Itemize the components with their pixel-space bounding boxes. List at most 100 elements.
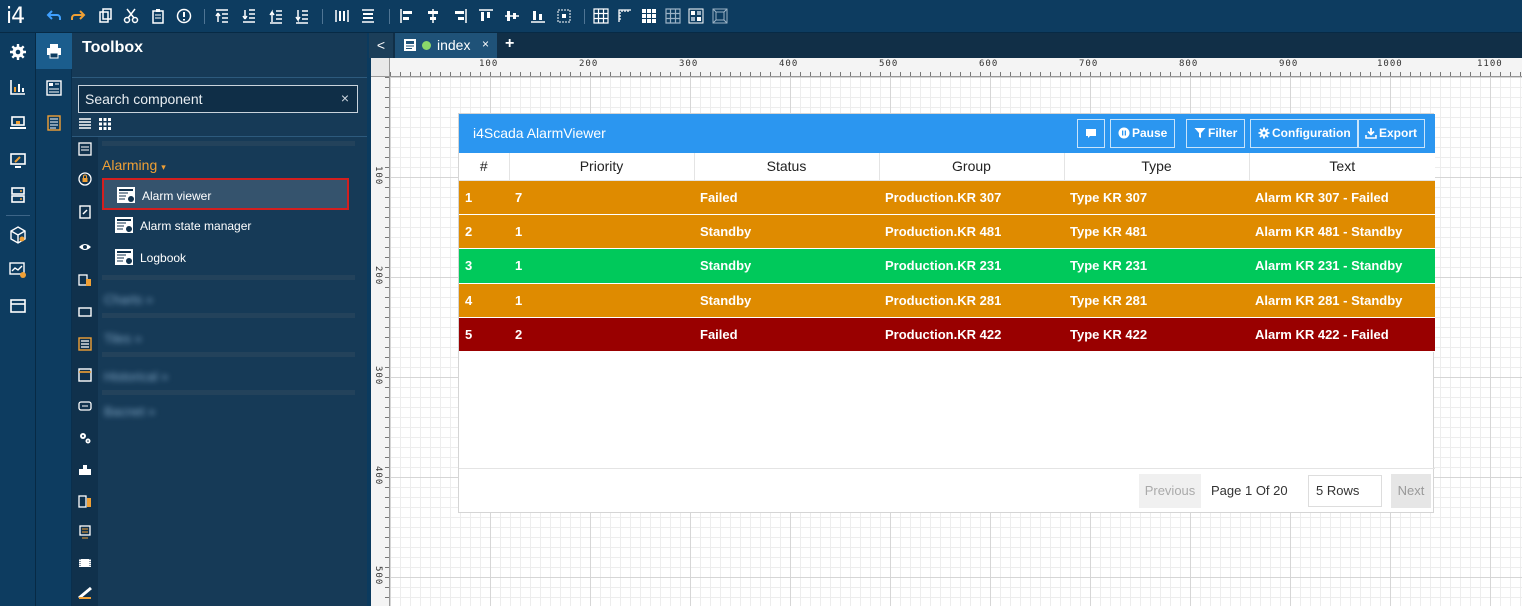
center-on-page-icon[interactable]: [556, 8, 572, 24]
toolbox-item-alarm-state-manager[interactable]: Alarm state manager: [102, 210, 349, 242]
align-center-icon[interactable]: [425, 8, 441, 24]
column-header-priority[interactable]: Priority: [509, 153, 695, 181]
filter-button[interactable]: Filter: [1186, 119, 1246, 148]
signal-category-icon[interactable]: [78, 273, 92, 287]
window-icon[interactable]: [9, 297, 27, 315]
column-header-status[interactable]: Status: [694, 153, 880, 181]
rows-per-page-select[interactable]: 5 Rows: [1308, 475, 1382, 507]
settings-gear-icon[interactable]: [9, 43, 27, 61]
clear-search-icon[interactable]: ×: [341, 90, 349, 106]
configuration-button[interactable]: Configuration: [1250, 119, 1359, 148]
close-tab-icon[interactable]: ×: [482, 37, 489, 51]
snap-objects-icon[interactable]: [665, 8, 681, 24]
fit-to-screen-icon[interactable]: [712, 8, 728, 24]
collapsed-group-tiles[interactable]: Tiles »: [104, 331, 142, 346]
column-header-group[interactable]: Group: [879, 153, 1065, 181]
align-left-icon[interactable]: [399, 8, 415, 24]
divider: [72, 77, 367, 78]
send-backward-icon[interactable]: [294, 8, 310, 24]
alarming-group-header[interactable]: Alarming ▾: [102, 157, 166, 173]
align-top-icon[interactable]: [478, 8, 494, 24]
properties-list-icon[interactable]: [46, 115, 62, 131]
grid-icon[interactable]: [593, 8, 609, 24]
export-button[interactable]: Export: [1357, 119, 1426, 148]
panel-category-icon[interactable]: [78, 368, 92, 382]
column-header-type[interactable]: Type: [1064, 153, 1250, 181]
copy-icon[interactable]: [97, 8, 113, 24]
layout-panel-icon[interactable]: [46, 80, 62, 96]
toolbox-item-alarm-viewer[interactable]: Alarm viewer: [102, 178, 349, 210]
tank-category-icon[interactable]: [78, 494, 92, 508]
table-category-icon[interactable]: [78, 337, 92, 351]
table-row[interactable]: 3 1 Standby Production.KR 231 Type KR 231 Ala…: [459, 248, 1435, 284]
dashboard-chart-icon[interactable]: [9, 78, 27, 96]
server-icon[interactable]: [9, 186, 27, 204]
collapsed-group-charts[interactable]: Charts »: [104, 292, 153, 307]
panel-switcher-rail: [36, 33, 72, 606]
snap-grid-icon[interactable]: [641, 8, 657, 24]
chart-settings-icon[interactable]: [9, 261, 27, 279]
list-view-icon[interactable]: [78, 117, 92, 131]
tab-index[interactable]: index ×: [395, 33, 497, 58]
search-component-input[interactable]: [79, 86, 329, 112]
align-middle-icon[interactable]: [504, 8, 520, 24]
undo-icon[interactable]: [46, 8, 62, 24]
group-separator: [102, 141, 355, 146]
custom-control-category-icon[interactable]: [78, 399, 92, 413]
toolbox-item-logbook[interactable]: Logbook: [102, 242, 349, 274]
align-bottom-icon[interactable]: [530, 8, 546, 24]
valve-category-icon[interactable]: [78, 463, 92, 477]
add-tab-button[interactable]: +: [505, 35, 514, 53]
pagination-bar: Previous Page 1 Of 20 5 Rows Next: [459, 468, 1435, 514]
align-right-icon[interactable]: [452, 8, 468, 24]
eye-category-icon[interactable]: [78, 240, 92, 254]
previous-page-button[interactable]: Previous: [1139, 474, 1201, 508]
select-all-icon[interactable]: [688, 8, 704, 24]
display-category-icon[interactable]: [78, 305, 92, 319]
cell-num: 5: [459, 317, 509, 353]
ruler-icon[interactable]: [617, 8, 633, 24]
cell-priority: 2: [509, 317, 694, 353]
cut-icon[interactable]: [123, 8, 139, 24]
list-category-icon[interactable]: [78, 142, 92, 156]
column-header-text[interactable]: Text: [1249, 153, 1435, 181]
table-header-row: # Priority Status Group Type Text: [459, 153, 1435, 181]
table-row[interactable]: 4 1 Standby Production.KR 281 Type KR 281 Ala…: [459, 283, 1435, 319]
pause-button[interactable]: Pause: [1110, 119, 1176, 148]
building-category-icon[interactable]: [78, 586, 92, 600]
toolbox-title: Toolbox: [82, 39, 144, 56]
paste-icon[interactable]: [150, 8, 166, 24]
distribute-vertical-icon[interactable]: [360, 8, 376, 24]
bring-forward-icon[interactable]: [268, 8, 284, 24]
collapsed-group-bacnet[interactable]: Bacnet »: [104, 404, 155, 419]
column-header-number[interactable]: #: [459, 153, 510, 181]
next-page-button[interactable]: Next: [1391, 474, 1431, 508]
cell-priority: 1: [509, 283, 694, 319]
toggle-details-button[interactable]: [1077, 119, 1105, 148]
send-to-back-icon[interactable]: [241, 8, 257, 24]
laptop-icon[interactable]: [9, 114, 27, 132]
ruler-tick-label: 200: [579, 59, 599, 69]
gears-category-icon[interactable]: [78, 431, 92, 445]
lock-category-icon[interactable]: [78, 172, 92, 186]
monitor-edit-icon[interactable]: [9, 151, 27, 169]
table-row[interactable]: 1 7 Failed Production.KR 307 Type KR 307 Alar…: [459, 180, 1435, 215]
redo-icon[interactable]: [70, 8, 86, 24]
film-category-icon[interactable]: [78, 556, 92, 570]
distribute-horizontal-icon[interactable]: [334, 8, 350, 24]
document-edit-category-icon[interactable]: [78, 205, 92, 219]
table-row[interactable]: 5 2 Failed Production.KR 422 Type KR 422 Alar…: [459, 317, 1435, 353]
collapsed-group-historical[interactable]: Historical »: [104, 369, 168, 384]
alarm-viewer-widget[interactable]: i4Scada AlarmViewer Pause Filter Configu…: [458, 113, 1435, 514]
filter-label: Filter: [1208, 126, 1238, 140]
package-icon[interactable]: [9, 226, 27, 244]
info-icon[interactable]: [176, 8, 192, 24]
table-row[interactable]: 2 1 Standby Production.KR 481 Type KR 481 Ala…: [459, 214, 1435, 250]
machine-category-icon[interactable]: [78, 525, 92, 539]
grid-view-icon[interactable]: [98, 117, 112, 131]
gear-icon: [1258, 127, 1270, 139]
bring-to-front-icon[interactable]: [214, 8, 230, 24]
collapse-panel-button[interactable]: <: [369, 33, 393, 58]
editor-tab-bar: < index × +: [369, 33, 1522, 58]
toolbox-printer-icon[interactable]: [46, 43, 62, 59]
